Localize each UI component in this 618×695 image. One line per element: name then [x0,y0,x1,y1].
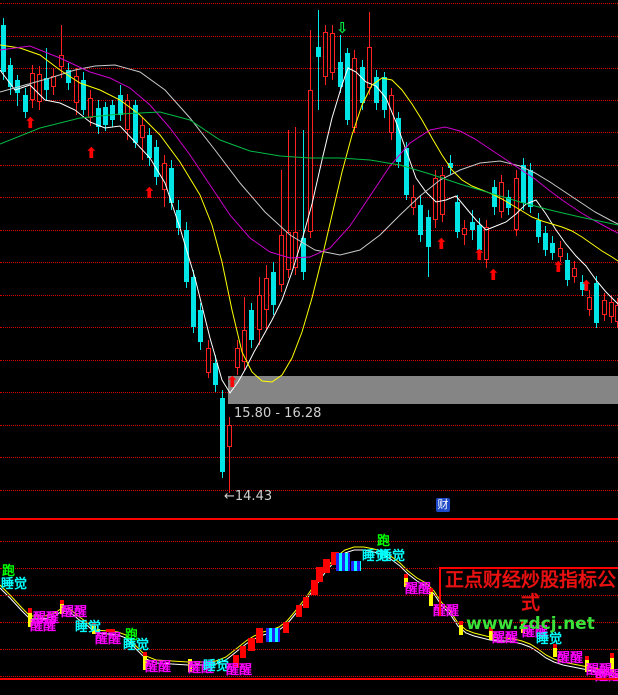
watermark-url: www.zdcj.net [441,615,618,633]
band-range-label: 15.80 - 16.28 [234,406,321,421]
signal-bar [311,580,318,595]
signal-label: 睡觉 [1,578,27,591]
signal-bar [296,605,302,617]
signal-label: 醒醒 [145,661,171,674]
signal-label: 醒醒 [405,583,431,596]
signal-label: 醒醒 [30,620,56,633]
signal-block [351,561,361,571]
signal-label: 睡觉 [379,550,405,563]
signal-label: 醒醒 [557,652,583,665]
watermark-title: 正点财经炒股指标公式 [441,569,618,615]
signal-label: 醒醒 [95,633,121,646]
grid-line [0,541,618,542]
grid-line [0,676,618,677]
low-price-label: ←14.43 [224,489,272,504]
signal-label: 醒醒 [226,664,252,677]
grid-line [0,649,618,650]
signal-label: 睡觉 [123,639,149,652]
watermark: 正点财经炒股指标公式 www.zdcj.net [439,567,618,616]
signal-block [266,628,280,642]
cai-badge: 财 [436,498,450,512]
signal-bar [240,646,246,658]
signal-label: 跑 [377,535,390,548]
signal-bar [316,567,323,582]
signal-bar [256,628,263,643]
stock-chart-app: ⬆⬆⬆⬆⬆⬆⬆⬆⬆⇩ 15.80 - 16.28 ←14.43 财 跑睡觉醒醒醒… [0,0,618,695]
signal-block [336,553,350,571]
signal-label: 醒醒 [61,606,87,619]
bottom-border [0,678,618,680]
signal-bar [248,638,255,651]
signal-label: 睡觉 [536,633,562,646]
signal-bar [323,559,330,573]
signal-bar [303,597,309,608]
signal-bar [283,622,289,633]
panel-divider [0,518,618,520]
signal-label: 醒醒 [595,670,618,683]
